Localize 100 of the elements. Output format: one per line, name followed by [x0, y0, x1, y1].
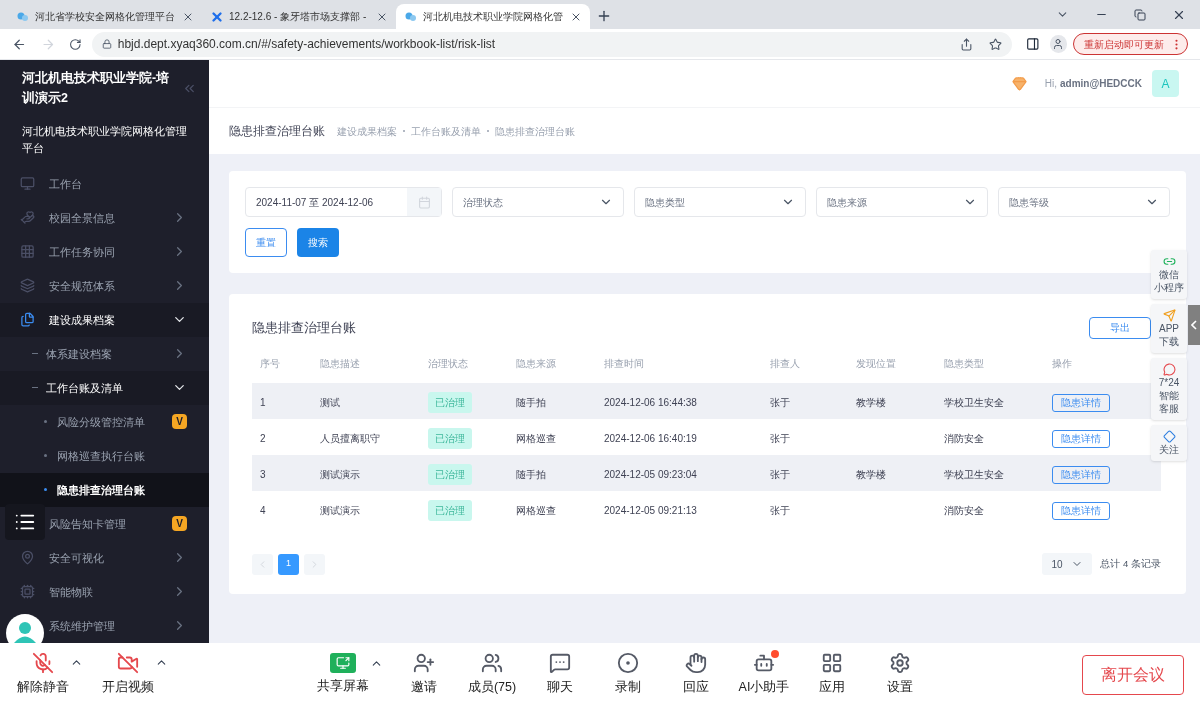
meeting-button[interactable]: 回应: [669, 652, 723, 697]
search-button[interactable]: 搜索: [297, 228, 339, 257]
update-button[interactable]: 重新启动即可更新: [1073, 33, 1188, 55]
new-tab-icon[interactable]: [596, 8, 612, 24]
settings-icon: [889, 652, 911, 675]
select-field[interactable]: 治理状态: [452, 187, 624, 217]
table-cell: 随手拍: [516, 469, 546, 480]
select-field[interactable]: 隐患来源: [816, 187, 988, 217]
map-pin-icon: [20, 550, 35, 566]
table-cell: 4: [260, 505, 266, 516]
floating-link[interactable]: 关注: [1151, 425, 1187, 461]
link-icon: [1162, 255, 1176, 268]
sidebar-item[interactable]: 安全规范体系: [0, 269, 209, 303]
table-cell: 网格巡查: [516, 433, 556, 444]
profile-icon[interactable]: [1049, 35, 1067, 53]
browser-tab[interactable]: 12.2-12.6 - 象牙塔市场支撑部 -: [202, 4, 396, 29]
meeting-button[interactable]: 开启视频: [101, 652, 168, 697]
sidebar-item[interactable]: 建设成果档案: [0, 303, 209, 337]
table-cell: 教学楼: [856, 469, 886, 480]
floating-link[interactable]: 微信 小程序: [1151, 250, 1187, 299]
meeting-button[interactable]: 聊天: [533, 652, 587, 697]
meeting-button[interactable]: 成员(75): [465, 652, 519, 697]
table-cell: 张于: [770, 433, 790, 444]
lock-icon: [101, 39, 112, 49]
sidebar-item[interactable]: 网格巡查执行台账: [0, 439, 209, 473]
side-panel-icon[interactable]: [1025, 37, 1040, 51]
calendar-icon: [417, 195, 431, 209]
sidebar-label: 风险分级管控清单: [57, 414, 145, 430]
chat-icon: [549, 652, 571, 675]
status-tag: 已治理: [428, 500, 472, 521]
meeting-button[interactable]: 应用: [805, 652, 859, 697]
table-title: 隐患排查治理台账: [252, 319, 356, 338]
screen-share-icon: [330, 653, 356, 674]
sidebar-item[interactable]: 工作台: [0, 167, 209, 201]
dash-icon: [32, 387, 38, 389]
sidebar-label: 校园全景信息: [49, 210, 115, 226]
browser-tab[interactable]: 河北机电技术职业学院网格化管: [396, 4, 590, 29]
meeting-button[interactable]: 邀请: [397, 652, 451, 697]
sidebar-item[interactable]: 体系建设档案: [0, 337, 209, 371]
meeting-button[interactable]: 共享屏幕: [316, 653, 383, 696]
table-cell: 人员擅离职守: [320, 433, 380, 444]
sidebar-item[interactable]: 工作任务协同: [0, 235, 209, 269]
sidebar-label: 工作台账及清单: [46, 380, 123, 396]
table-cell: 张于: [770, 469, 790, 480]
sidebar-label: 隐患排查治理台账: [57, 482, 145, 498]
apps-icon: [821, 652, 843, 675]
tab-title: 12.2-12.6 - 象牙塔市场支撑部 -: [229, 10, 368, 24]
video-off-icon: [117, 652, 139, 675]
sidebar-item[interactable]: 工作台账及清单: [0, 371, 209, 405]
address-field[interactable]: hbjd.dept.xyaq360.com.cn/#/safety-achievements/workbook-list/risk-list: [91, 31, 1012, 57]
star-icon[interactable]: [988, 37, 1002, 51]
column-header: 隐患来源: [515, 356, 557, 371]
meeting-button[interactable]: AI小助手: [737, 652, 791, 697]
table-cell: 学校卫生安全: [944, 469, 1004, 480]
table-cell: 2024-12-06 16:44:38: [604, 397, 697, 408]
reload-icon[interactable]: [69, 37, 82, 51]
user-plus-icon: [413, 652, 435, 675]
sidebar-label: 建设成果档案: [49, 312, 115, 328]
url-text: hbjd.dept.xyaq360.com.cn/#/safety-achievements/workbook-list/risk-list: [117, 36, 496, 53]
floating-link[interactable]: 7*24 智能 客服: [1151, 358, 1187, 420]
sidebar-label: 智能物联: [49, 584, 93, 600]
reset-button[interactable]: 重置: [245, 228, 287, 257]
page-size-select[interactable]: 10: [1042, 553, 1093, 575]
sidebar-item[interactable]: 校园全景信息: [0, 201, 209, 235]
sidebar-item[interactable]: 安全可视化: [0, 541, 209, 575]
sidebar-item[interactable]: 系统维护管理: [0, 609, 209, 643]
detail-button[interactable]: 隐患详情: [1052, 430, 1110, 449]
browser-tab[interactable]: 河北省学校安全网格化管理平台: [8, 4, 202, 29]
sidebar-item[interactable]: 风险分级管控清单 V: [0, 405, 209, 439]
table-cell: 学校卫生安全: [944, 397, 1004, 408]
cross-logo-icon: [210, 9, 224, 24]
tab-title: 河北机电技术职业学院网格化管: [423, 10, 564, 24]
status-tag: 已治理: [428, 392, 472, 413]
select-field[interactable]: 隐患等级: [998, 187, 1170, 217]
share-icon[interactable]: [959, 37, 973, 51]
leave-meeting-button[interactable]: 离开会议: [1082, 654, 1184, 695]
sidebar-label: 风险告知卡管理: [49, 516, 126, 532]
select-field[interactable]: 隐患类型: [634, 187, 806, 217]
detail-button[interactable]: 隐患详情: [1052, 502, 1110, 521]
meeting-button[interactable]: 录制: [601, 652, 655, 697]
hand-heart-icon: [20, 210, 35, 226]
files-icon: [20, 312, 35, 328]
restore-icon[interactable]: [1134, 8, 1146, 21]
table-cell: 消防安全: [944, 433, 984, 444]
status-tag: 已治理: [428, 464, 472, 485]
tab-title: 河北省学校安全网格化管理平台: [35, 10, 176, 24]
date-range-value: 2024-11-07 至 2024-12-06: [255, 195, 375, 210]
meeting-button[interactable]: 解除静音: [16, 652, 83, 697]
table-cell: 3: [260, 469, 266, 480]
sidebar-item[interactable]: 智能物联: [0, 575, 209, 609]
sidebar-label: 体系建设档案: [46, 346, 112, 362]
table-cell: 2024-12-06 16:40:19: [604, 433, 697, 444]
floating-link[interactable]: APP 下载: [1151, 304, 1187, 353]
meeting-button[interactable]: 设置: [873, 652, 927, 697]
sidebar-label: 安全可视化: [49, 550, 104, 566]
date-range-field[interactable]: 2024-11-07 至 2024-12-06: [245, 187, 442, 217]
sidebar-item[interactable]: 隐患排查治理台账: [0, 473, 209, 507]
chat-icon: [1162, 363, 1176, 376]
sidebar-item[interactable]: 风险告知卡管理 V: [0, 507, 209, 541]
table-cell: 网格巡查: [516, 505, 556, 516]
